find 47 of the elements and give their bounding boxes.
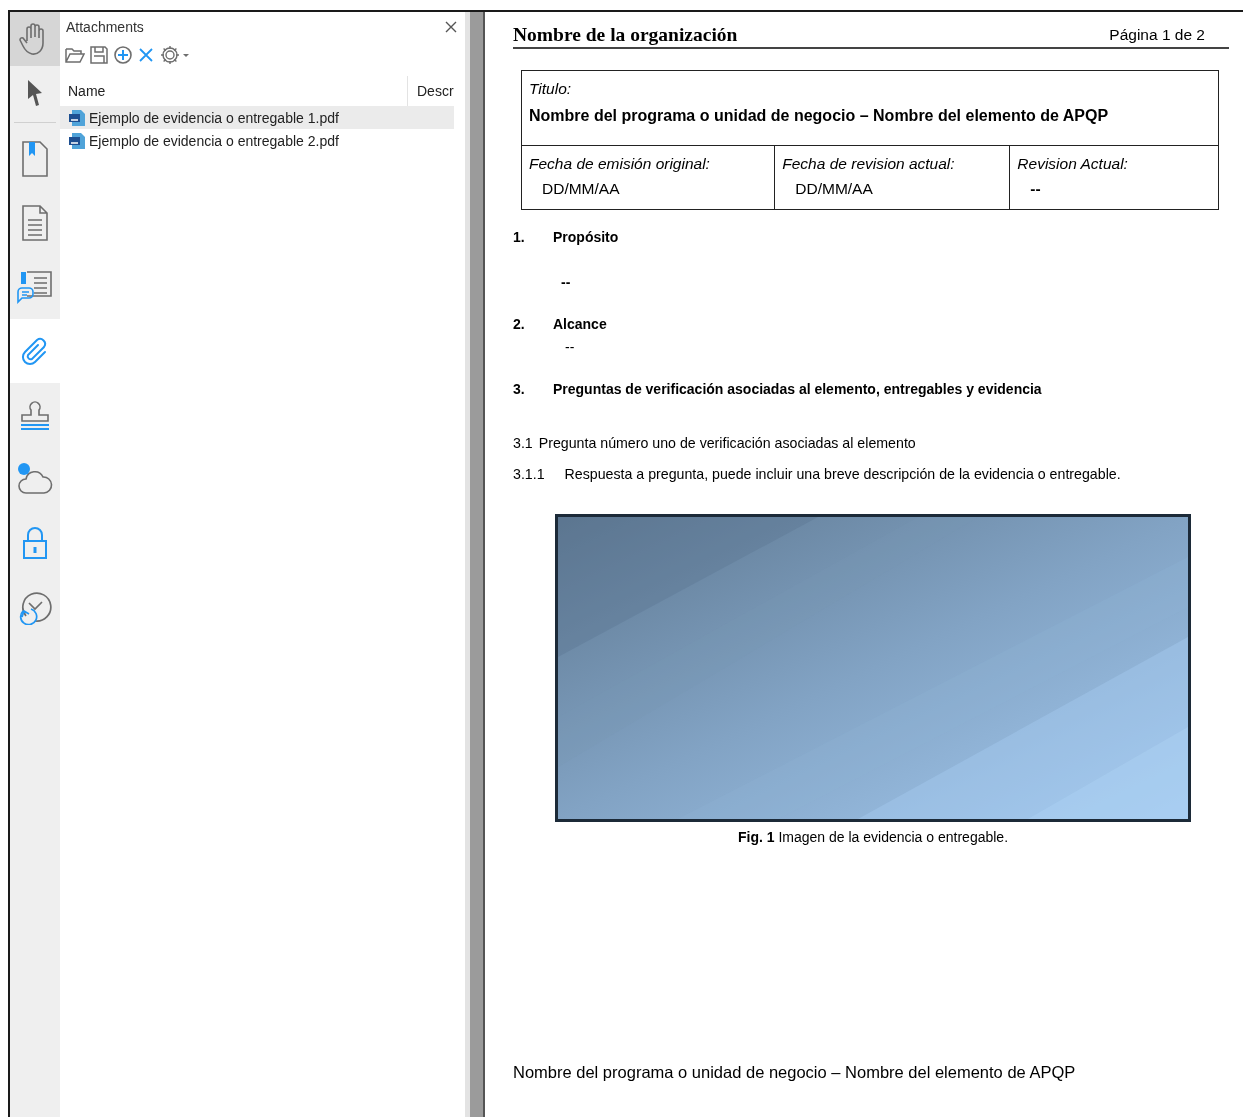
open-folder-icon[interactable] xyxy=(65,46,85,64)
section-body: -- xyxy=(565,339,576,355)
page-number: Página 1 de 2 xyxy=(1109,26,1205,45)
page-icon xyxy=(20,204,50,242)
attachment-row[interactable]: Ejemplo de evidencia o entregable 1.pdf xyxy=(60,106,454,129)
settings-icon[interactable] xyxy=(159,44,191,66)
save-icon[interactable] xyxy=(89,45,109,65)
section-number: 1. xyxy=(513,229,526,245)
title-label: Titulo: xyxy=(529,80,573,98)
section-heading: Preguntas de verificación asociadas al elemento, entregables y evidencia xyxy=(553,381,1042,397)
document-title: Nombre del programa o unidad de negocio – Nombre del elemento de APQP xyxy=(529,107,1110,125)
subsection-text: Respuesta a pregunta, puede incluir una breve descripción de la evidencia o entregable. xyxy=(564,466,1121,482)
section-number: 3. xyxy=(513,381,526,397)
cloud-icon xyxy=(17,462,53,496)
section-body: -- xyxy=(561,274,572,290)
section-heading: Alcance xyxy=(553,316,607,332)
close-icon[interactable] xyxy=(445,21,457,33)
section-number: 2. xyxy=(513,316,526,332)
add-icon[interactable] xyxy=(113,45,133,65)
field-label: Revision Actual: xyxy=(1017,155,1129,173)
column-header[interactable]: Name xyxy=(60,83,106,99)
panel-splitter[interactable] xyxy=(470,12,485,1117)
panel-title: Attachments xyxy=(66,19,144,35)
field-label: Fecha de emisión original: xyxy=(529,155,711,173)
attachments-tool-button[interactable] xyxy=(10,319,60,383)
attachment-row[interactable]: Ejemplo de evidencia o entregable 2.pdf xyxy=(60,129,454,152)
stamp-icon xyxy=(18,399,52,431)
bookmark-icon xyxy=(20,140,50,178)
field-value: -- xyxy=(1030,180,1042,198)
delete-icon[interactable] xyxy=(137,46,155,64)
clock-history-icon xyxy=(18,589,52,625)
figure-caption: Fig. 1 Imagen de la evidencia o entregable. xyxy=(736,829,1010,845)
lock-icon xyxy=(21,526,49,560)
field-label: Fecha de revision actual: xyxy=(782,155,956,173)
pdf-file-icon xyxy=(68,108,86,127)
comment-list-icon xyxy=(16,270,54,304)
organization-name: Nombre de la organización xyxy=(513,24,738,46)
subsection-number: 3.1 xyxy=(513,435,533,451)
hand-tool-button[interactable] xyxy=(10,12,60,66)
section-heading: Propósito xyxy=(553,229,619,245)
subsection-text: Pregunta número uno de verificación asociadas al elemento xyxy=(538,435,916,451)
footer-text: Nombre del programa o unidad de negocio – Nombre del elemento de APQP xyxy=(513,1063,1076,1082)
field-value: DD/MM/AA xyxy=(542,180,621,198)
field-value: DD/MM/AA xyxy=(795,180,874,198)
subsection-number: 3.1.1 xyxy=(513,466,545,482)
pdf-file-icon xyxy=(68,131,86,150)
column-header[interactable]: Descr xyxy=(408,83,454,99)
